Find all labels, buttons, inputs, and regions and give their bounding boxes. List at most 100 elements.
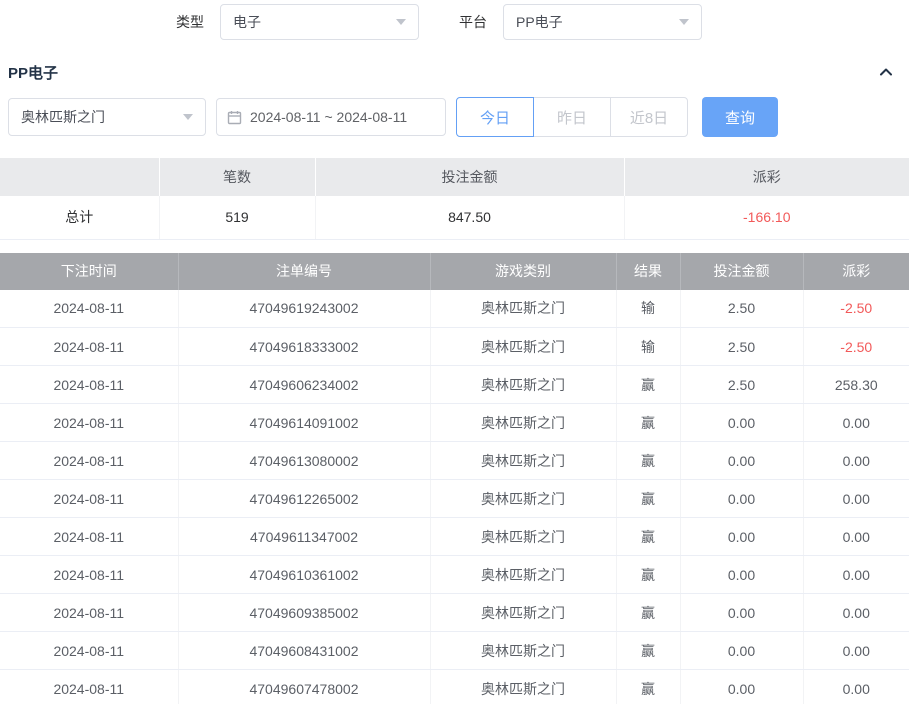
cell-order-number: 47049612265002 <box>178 480 430 518</box>
summary-total-label: 总计 <box>0 196 159 239</box>
calendar-icon <box>227 110 242 125</box>
table-row: 2024-08-11 47049609385002 奥林匹斯之门 赢 0.00 … <box>0 594 909 632</box>
table-row: 2024-08-11 47049613080002 奥林匹斯之门 赢 0.00 … <box>0 442 909 480</box>
cell-payout: 0.00 <box>803 632 909 670</box>
bet-table-body: 2024-08-11 47049619243002 奥林匹斯之门 输 2.50 … <box>0 290 909 704</box>
cell-bet-time: 2024-08-11 <box>0 328 178 366</box>
cell-game-category: 奥林匹斯之门 <box>430 366 616 404</box>
cell-result: 赢 <box>616 670 680 704</box>
cell-bet-amount: 0.00 <box>680 594 803 632</box>
cell-order-number: 47049614091002 <box>178 404 430 442</box>
section-header: PP电子 <box>0 52 909 92</box>
cell-game-category: 奥林匹斯之门 <box>430 404 616 442</box>
cell-order-number: 47049618333002 <box>178 328 430 366</box>
cell-bet-amount: 0.00 <box>680 518 803 556</box>
cell-bet-time: 2024-08-11 <box>0 594 178 632</box>
cell-result: 赢 <box>616 632 680 670</box>
date-shortcut-group: 今日 昨日 近8日 <box>456 97 688 137</box>
header-bet-time: 下注时间 <box>0 253 178 290</box>
cell-order-number: 47049606234002 <box>178 366 430 404</box>
cell-result: 输 <box>616 290 680 328</box>
cell-result: 赢 <box>616 556 680 594</box>
cell-payout: 0.00 <box>803 404 909 442</box>
cell-payout: 0.00 <box>803 480 909 518</box>
table-row: 2024-08-11 47049606234002 奥林匹斯之门 赢 2.50 … <box>0 366 909 404</box>
chevron-down-icon <box>183 114 193 120</box>
cell-bet-amount: 0.00 <box>680 480 803 518</box>
type-label: 类型 <box>176 12 204 32</box>
table-row: 2024-08-11 47049614091002 奥林匹斯之门 赢 0.00 … <box>0 404 909 442</box>
last-8-days-button[interactable]: 近8日 <box>610 97 688 137</box>
summary-header-payout: 派彩 <box>624 158 909 196</box>
type-select[interactable]: 电子 <box>220 4 419 40</box>
cell-bet-amount: 0.00 <box>680 442 803 480</box>
cell-payout: 0.00 <box>803 518 909 556</box>
summary-header-blank <box>0 158 159 196</box>
summary-header-row: 笔数 投注金额 派彩 <box>0 158 909 196</box>
platform-label: 平台 <box>459 12 487 32</box>
chevron-down-icon <box>396 19 406 25</box>
cell-bet-amount: 2.50 <box>680 290 803 328</box>
cell-game-category: 奥林匹斯之门 <box>430 594 616 632</box>
section-title: PP电子 <box>8 62 58 83</box>
cell-bet-time: 2024-08-11 <box>0 442 178 480</box>
header-game-category: 游戏类别 <box>430 253 616 290</box>
cell-bet-time: 2024-08-11 <box>0 670 178 704</box>
cell-payout: 258.30 <box>803 366 909 404</box>
cell-order-number: 47049619243002 <box>178 290 430 328</box>
summary-table: 笔数 投注金额 派彩 总计 519 847.50 -166.10 <box>0 158 909 240</box>
summary-header-bet-amount: 投注金额 <box>315 158 624 196</box>
filter-bar: 奥林匹斯之门 2024-08-11 ~ 2024-08-11 今日 昨日 近8日… <box>0 96 909 138</box>
header-order-number: 注单编号 <box>178 253 430 290</box>
cell-result: 赢 <box>616 518 680 556</box>
cell-payout: -2.50 <box>803 290 909 328</box>
cell-bet-amount: 2.50 <box>680 366 803 404</box>
cell-result: 赢 <box>616 366 680 404</box>
cell-payout: 0.00 <box>803 442 909 480</box>
cell-game-category: 奥林匹斯之门 <box>430 442 616 480</box>
cell-bet-time: 2024-08-11 <box>0 404 178 442</box>
table-row: 2024-08-11 47049607478002 奥林匹斯之门 赢 0.00 … <box>0 670 909 704</box>
cell-bet-time: 2024-08-11 <box>0 518 178 556</box>
cell-result: 赢 <box>616 594 680 632</box>
cell-bet-amount: 0.00 <box>680 670 803 704</box>
summary-total-row: 总计 519 847.50 -166.10 <box>0 196 909 239</box>
platform-select[interactable]: PP电子 <box>503 4 702 40</box>
cell-bet-time: 2024-08-11 <box>0 556 178 594</box>
cell-game-category: 奥林匹斯之门 <box>430 670 616 704</box>
cell-bet-time: 2024-08-11 <box>0 366 178 404</box>
page: 类型 电子 平台 PP电子 PP电子 奥林匹斯之门 <box>0 0 909 704</box>
header-payout: 派彩 <box>803 253 909 290</box>
cell-game-category: 奥林匹斯之门 <box>430 518 616 556</box>
cell-payout: 0.00 <box>803 670 909 704</box>
cell-order-number: 47049613080002 <box>178 442 430 480</box>
cell-payout: 0.00 <box>803 556 909 594</box>
cell-bet-time: 2024-08-11 <box>0 632 178 670</box>
cell-bet-amount: 0.00 <box>680 632 803 670</box>
cell-bet-amount: 2.50 <box>680 328 803 366</box>
game-select-value: 奥林匹斯之门 <box>21 107 105 127</box>
date-range-input[interactable]: 2024-08-11 ~ 2024-08-11 <box>216 98 446 136</box>
game-select[interactable]: 奥林匹斯之门 <box>8 98 206 136</box>
cell-game-category: 奥林匹斯之门 <box>430 480 616 518</box>
cell-result: 输 <box>616 328 680 366</box>
summary-payout-value: -166.10 <box>624 196 909 239</box>
cell-order-number: 47049608431002 <box>178 632 430 670</box>
cell-bet-amount: 0.00 <box>680 404 803 442</box>
table-row: 2024-08-11 47049608431002 奥林匹斯之门 赢 0.00 … <box>0 632 909 670</box>
table-row: 2024-08-11 47049610361002 奥林匹斯之门 赢 0.00 … <box>0 556 909 594</box>
cell-payout: -2.50 <box>803 328 909 366</box>
summary-count-value: 519 <box>159 196 315 239</box>
cell-bet-time: 2024-08-11 <box>0 480 178 518</box>
cell-result: 赢 <box>616 480 680 518</box>
today-button[interactable]: 今日 <box>456 97 534 137</box>
cell-game-category: 奥林匹斯之门 <box>430 556 616 594</box>
cell-order-number: 47049609385002 <box>178 594 430 632</box>
cell-game-category: 奥林匹斯之门 <box>430 290 616 328</box>
platform-select-value: PP电子 <box>516 12 563 32</box>
yesterday-button[interactable]: 昨日 <box>533 97 611 137</box>
query-button[interactable]: 查询 <box>702 97 778 137</box>
chevron-up-icon[interactable] <box>879 65 893 79</box>
cell-bet-time: 2024-08-11 <box>0 290 178 328</box>
table-row: 2024-08-11 47049612265002 奥林匹斯之门 赢 0.00 … <box>0 480 909 518</box>
